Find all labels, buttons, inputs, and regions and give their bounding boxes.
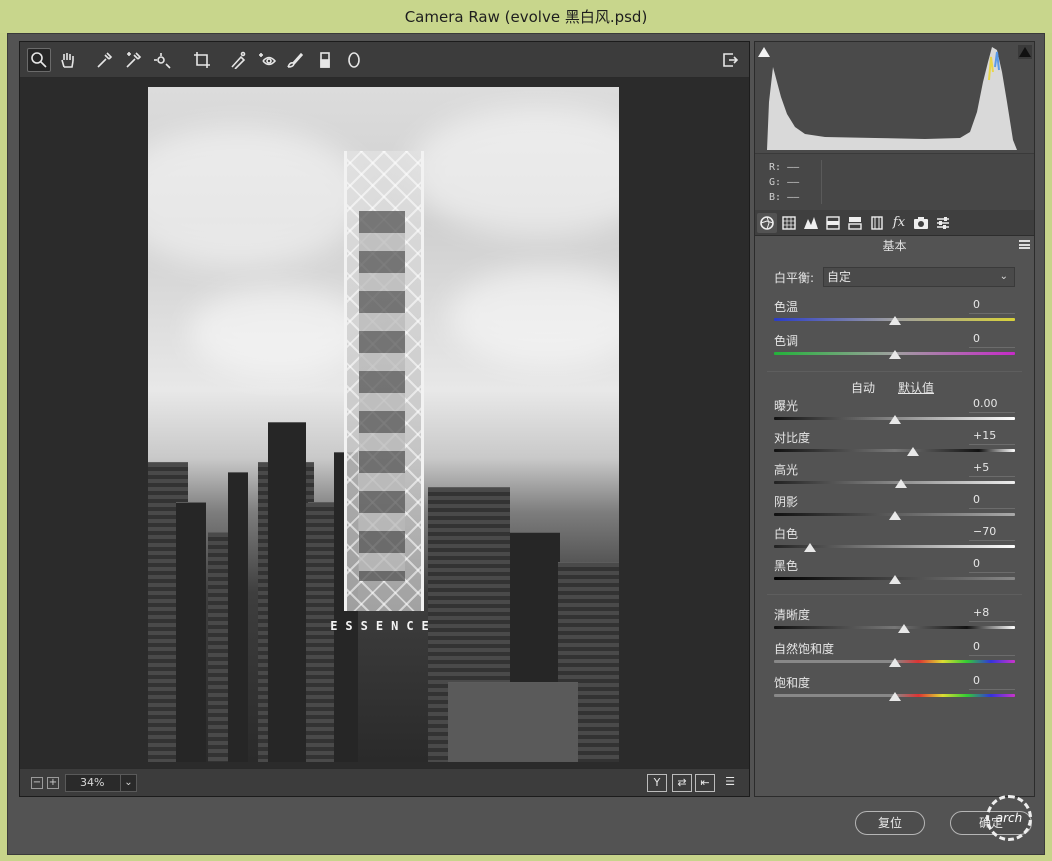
slider-thumb[interactable] xyxy=(888,316,901,325)
r-label: R: xyxy=(769,162,782,173)
histogram-graph xyxy=(767,47,1017,150)
tab-tone-curve-icon[interactable] xyxy=(779,213,799,233)
watermark-text: arch xyxy=(995,811,1023,825)
status-bar: − + 34% ⌄ Y ⇄ ⇤ ☰ xyxy=(20,768,749,796)
radial-filter-icon[interactable] xyxy=(342,48,366,72)
graduated-filter-icon[interactable] xyxy=(313,48,337,72)
photo-overlay-text: ESSENCE xyxy=(330,619,437,633)
r-value: —— xyxy=(787,162,800,173)
histogram xyxy=(755,42,1034,154)
rgb-readout: R: —— G: —— B: —— xyxy=(755,154,1034,210)
slider-value-field[interactable]: +15 xyxy=(969,429,1015,445)
white-balance-icon[interactable] xyxy=(92,48,116,72)
b-value: —— xyxy=(787,192,800,203)
white-balance-label: 白平衡: xyxy=(774,271,815,285)
tab-hsl-icon[interactable] xyxy=(823,213,843,233)
slider-value-field[interactable]: 0 xyxy=(969,557,1015,573)
white-balance-value: 自定 xyxy=(827,270,852,284)
b-label: B: xyxy=(769,192,782,203)
slider-thumb[interactable] xyxy=(888,658,901,667)
copy-settings-icon[interactable]: ⇤ xyxy=(695,774,715,792)
window-titlebar: Camera Raw (evolve 黑白风.psd) xyxy=(0,0,1052,33)
slider-label: 黑色 xyxy=(774,559,799,573)
slider-label: 对比度 xyxy=(774,431,811,445)
reset-button-label: 复位 xyxy=(877,816,902,830)
watermark-logo: arch xyxy=(986,795,1032,841)
toggle-fullscreen-icon[interactable] xyxy=(718,48,742,72)
before-after-label: Y xyxy=(653,776,661,789)
white-balance-select[interactable]: 自定 ⌄ xyxy=(823,267,1015,287)
slider-thumb[interactable] xyxy=(888,415,901,424)
tab-detail-icon[interactable] xyxy=(801,213,821,233)
auto-link[interactable]: 自动 xyxy=(851,379,875,396)
slider-value-field[interactable]: 0.00 xyxy=(969,397,1015,413)
preview-area: ESSENCE − + 34% ⌄ Y ⇄ ⇤ ☰ xyxy=(19,41,750,797)
slider-value-field[interactable]: 0 xyxy=(969,493,1015,509)
panel-menu-icon[interactable] xyxy=(1019,240,1030,249)
slider-thumb[interactable] xyxy=(804,543,817,552)
slider-thumb[interactable] xyxy=(888,692,901,701)
slider-thumb[interactable] xyxy=(888,511,901,520)
panel-title: 基本 xyxy=(882,239,907,253)
g-value: —— xyxy=(787,177,800,188)
panel-tabs: fx xyxy=(755,210,1034,236)
slider-label: 阴影 xyxy=(774,495,799,509)
toggle-settings-icon[interactable]: ☰ xyxy=(720,774,740,792)
zoom-out-button[interactable]: − xyxy=(31,777,43,789)
tab-camera-calibration-icon[interactable] xyxy=(911,213,931,233)
red-eye-icon[interactable] xyxy=(255,48,279,72)
spot-removal-icon[interactable] xyxy=(226,48,250,72)
slider-label: 曝光 xyxy=(774,399,799,413)
tool-bar xyxy=(20,42,749,78)
slider-label: 自然饱和度 xyxy=(774,642,835,656)
tab-split-toning-icon[interactable] xyxy=(845,213,865,233)
slider-thumb[interactable] xyxy=(888,350,901,359)
zoom-icon[interactable] xyxy=(27,48,51,72)
before-after-toggle[interactable]: Y xyxy=(647,774,667,792)
slider-label: 色调 xyxy=(774,334,799,348)
slider-thumb[interactable] xyxy=(894,479,907,488)
slider-thumb[interactable] xyxy=(888,575,901,584)
targeted-adjust-icon[interactable] xyxy=(150,48,174,72)
slider-value-field[interactable]: 0 xyxy=(969,640,1015,656)
slider-value-field[interactable]: 0 xyxy=(969,332,1015,348)
slider-thumb[interactable] xyxy=(898,624,911,633)
slider-value-field[interactable]: 0 xyxy=(969,674,1015,690)
zoom-in-button[interactable]: + xyxy=(47,777,59,789)
tower-graphic xyxy=(344,151,424,611)
crop-icon[interactable] xyxy=(190,48,214,72)
camera-raw-window: ESSENCE − + 34% ⌄ Y ⇄ ⇤ ☰ R: —— G: —— B:… xyxy=(7,33,1045,855)
chevron-down-icon: ⌄ xyxy=(120,775,136,791)
slider-label: 饱和度 xyxy=(774,676,811,690)
chevron-down-icon: ⌄ xyxy=(999,271,1008,282)
hand-icon[interactable] xyxy=(56,48,80,72)
slider-label: 清晰度 xyxy=(774,608,811,622)
slider-label: 高光 xyxy=(774,463,799,477)
slider-value-field[interactable]: +5 xyxy=(969,461,1015,477)
tab-effects-icon[interactable]: fx xyxy=(889,213,909,233)
window-title: Camera Raw (evolve 黑白风.psd) xyxy=(404,8,648,26)
adjustment-panel: R: —— G: —— B: —— fx 基本 白平衡: 自定 ⌄ 自动 默认值… xyxy=(754,41,1035,797)
preview-image: ESSENCE xyxy=(148,87,619,762)
default-link[interactable]: 默认值 xyxy=(898,379,934,396)
zoom-level-select[interactable]: 34% ⌄ xyxy=(65,774,137,792)
color-sampler-icon[interactable] xyxy=(121,48,145,72)
slider-value-field[interactable]: −70 xyxy=(969,525,1015,541)
slider-track[interactable] xyxy=(774,449,1015,452)
reset-button[interactable]: 复位 xyxy=(855,811,925,835)
zoom-level-value: 34% xyxy=(80,776,105,789)
adjustment-brush-icon[interactable] xyxy=(283,48,307,72)
slider-label: 色温 xyxy=(774,300,799,314)
slider-value-field[interactable]: +8 xyxy=(969,606,1015,622)
tab-basic-icon[interactable] xyxy=(757,213,777,233)
tab-presets-icon[interactable] xyxy=(933,213,953,233)
swap-settings-icon[interactable]: ⇄ xyxy=(672,774,692,792)
g-label: G: xyxy=(769,177,782,188)
slider-thumb[interactable] xyxy=(906,447,919,456)
slider-label: 白色 xyxy=(774,527,799,541)
slider-value-field[interactable]: 0 xyxy=(969,298,1015,314)
slider-track[interactable] xyxy=(774,626,1015,629)
tab-lens-icon[interactable] xyxy=(867,213,887,233)
